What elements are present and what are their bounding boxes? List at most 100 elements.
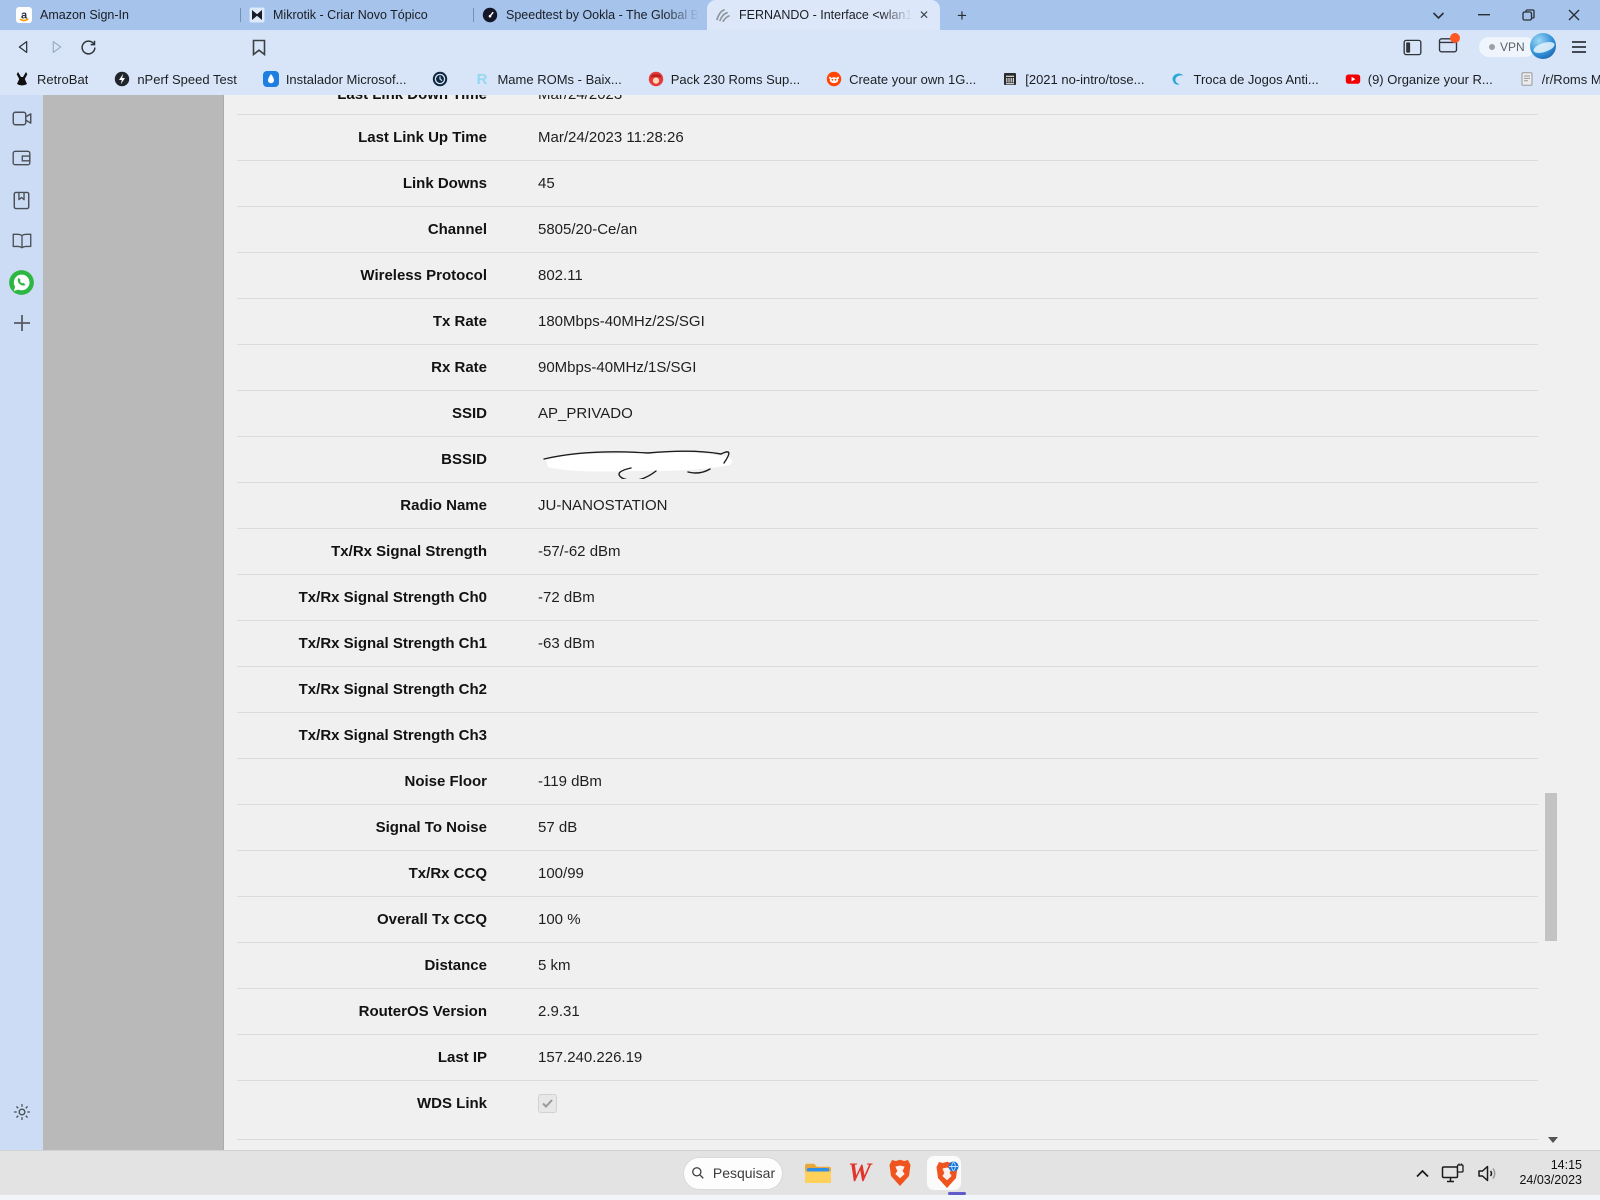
row-value: -119 dBm	[538, 773, 602, 790]
row-label: Channel	[427, 221, 487, 238]
row-value: 802.11	[538, 267, 583, 284]
network-icon[interactable]	[1441, 1163, 1466, 1184]
bookmark-item[interactable]: nPerf Speed Test	[114, 71, 237, 87]
tab-2[interactable]: Mikrotik - Criar Novo Tópico ✕	[241, 0, 474, 30]
close-window-button[interactable]	[1551, 0, 1596, 30]
row-label: Noise Floor	[404, 773, 487, 790]
row-value: 90Mbps-40MHz/1S/SGI	[538, 359, 697, 376]
menu-icon[interactable]	[1566, 34, 1592, 60]
wallet-icon[interactable]	[0, 141, 43, 175]
forward-button[interactable]	[42, 33, 70, 61]
bookmark-item[interactable]: [2021 no-intro/tose...	[1002, 71, 1144, 87]
table-row: Last Link Up Time Mar/24/2023 11:28:26	[237, 114, 1538, 160]
bookmark-label: Pack 230 Roms Sup...	[670, 71, 801, 87]
row-value: 57 dB	[538, 819, 578, 836]
row-label: Last Link Down Time	[237, 95, 487, 103]
table-divider	[237, 1139, 1538, 1140]
wps-office-icon[interactable]: W	[848, 1160, 871, 1186]
table-row-clipped: Last Link Down Time Mar/24/2023	[237, 95, 1538, 114]
archive-bookmark-icon	[1002, 71, 1018, 87]
restore-button[interactable]	[1506, 0, 1551, 30]
row-value: 100/99	[538, 865, 584, 882]
bookmark-flag-icon[interactable]	[245, 33, 273, 61]
row-label: Last IP	[437, 1049, 487, 1066]
screen-bottom-strip	[0, 1195, 1600, 1200]
row-value: -63 dBm	[538, 635, 595, 652]
bookmark-item[interactable]: Troca de Jogos Anti...	[1170, 71, 1319, 87]
bookmarks-book-icon[interactable]	[0, 183, 43, 217]
speedtest-favicon-icon	[482, 7, 498, 23]
taskbar-clock[interactable]: 14:15 24/03/2023	[1510, 1158, 1582, 1188]
vpn-status-dot	[1489, 44, 1495, 50]
row-label: Link Downs	[402, 175, 487, 192]
bookmark-item[interactable]: RetroBat	[14, 71, 88, 87]
brave-browser-icon[interactable]	[888, 1159, 912, 1187]
sidebar-settings-gear-icon[interactable]	[0, 1095, 43, 1129]
webfig-content: Last Link Down Time Mar/24/2023 Last Lin…	[224, 95, 1600, 1150]
installer-bookmark-icon	[262, 71, 279, 87]
bookmark-item[interactable]: R Mame ROMs - Baix...	[474, 71, 622, 87]
tray-chevron-up-icon[interactable]	[1415, 1168, 1430, 1179]
tab-title: Mikrotik - Criar Novo Tópico	[273, 8, 428, 22]
add-panel-icon[interactable]	[0, 306, 43, 340]
table-row: Channel 5805/20-Ce/an	[237, 206, 1538, 252]
row-value: 5805/20-Ce/an	[538, 221, 638, 238]
minimize-button[interactable]	[1461, 0, 1506, 30]
file-explorer-icon[interactable]	[804, 1162, 832, 1184]
scrollbar-down-arrow[interactable]	[1548, 1137, 1558, 1143]
reload-button[interactable]	[74, 33, 102, 61]
table-row: Overall Tx CCQ 100 %	[237, 896, 1538, 942]
row-value: Mar/24/2023	[538, 95, 622, 103]
row-value: 5 km	[538, 957, 571, 974]
volume-icon[interactable]	[1477, 1164, 1499, 1183]
search-label: Pesquisar	[712, 1165, 776, 1181]
sidebar-panel-icon[interactable]	[1399, 34, 1425, 60]
page-left-gutter	[43, 95, 224, 1150]
bookmark-item[interactable]: /r/Roms Megathread	[1519, 71, 1600, 87]
brave-active-window-icon[interactable]	[926, 1155, 963, 1191]
tab-close-icon[interactable]: ✕	[916, 7, 932, 23]
nperf-bookmark-icon	[114, 71, 130, 87]
bookmark-item[interactable]: Pack 230 Roms Sup...	[648, 71, 800, 87]
brave-talk-camera-icon[interactable]	[0, 101, 43, 135]
taskbar-search[interactable]: Pesquisar	[683, 1156, 783, 1190]
table-row: RouterOS Version 2.9.31	[237, 988, 1538, 1034]
tab-title: Amazon Sign-In	[40, 8, 129, 22]
table-row: Signal To Noise 57 dB	[237, 804, 1538, 850]
back-button[interactable]	[10, 33, 38, 61]
table-row: Tx/Rx Signal Strength Ch2	[237, 666, 1538, 712]
profile-avatar[interactable]	[1530, 33, 1556, 59]
bookmark-label: Create your own 1G...	[849, 71, 977, 87]
table-row: Noise Floor -119 dBm	[237, 758, 1538, 804]
window-chevron-button[interactable]	[1416, 0, 1461, 30]
wallet-notification-dot	[1450, 33, 1460, 43]
wds-link-checkbox[interactable]	[538, 1094, 557, 1113]
reading-list-icon[interactable]	[0, 224, 43, 258]
vertical-scrollbar-thumb[interactable]	[1545, 793, 1557, 941]
row-value: 180Mbps-40MHz/2S/SGI	[538, 313, 705, 330]
bookmark-item[interactable]	[432, 71, 448, 87]
whatsapp-icon[interactable]	[0, 265, 43, 299]
new-tab-button[interactable]: +	[950, 4, 974, 28]
routeros-favicon-icon	[715, 7, 731, 23]
table-row: Radio Name JU-NANOSTATION	[237, 482, 1538, 528]
row-value: -72 dBm	[538, 589, 595, 606]
mario-bookmark-icon	[648, 71, 664, 87]
table-row: Tx/Rx CCQ 100/99	[237, 850, 1538, 896]
row-label: Distance	[424, 957, 487, 974]
mikrotik-favicon-icon	[249, 7, 265, 23]
brave-wallet-icon[interactable]	[1435, 33, 1461, 60]
row-label: Tx/Rx Signal Strength Ch2	[298, 681, 487, 698]
tab-3[interactable]: Speedtest by Ookla - The Global Broa ✕	[474, 0, 707, 30]
tab-4[interactable]: FERNANDO - Interface <wlan1> a ✕	[707, 0, 940, 30]
row-value: JU-NANOSTATION	[538, 497, 668, 514]
tab-1[interactable]: a Amazon Sign-In ✕	[8, 0, 241, 30]
row-label: SSID	[451, 405, 487, 422]
bookmark-item[interactable]: (9) Organize your R...	[1345, 71, 1493, 87]
vpn-button[interactable]: VPN	[1479, 37, 1535, 57]
bookmark-item[interactable]: Create your own 1G...	[826, 71, 976, 87]
row-value: -57/-62 dBm	[538, 543, 621, 560]
bookmark-item[interactable]: Instalador Microsof...	[262, 71, 406, 87]
start-button[interactable]	[641, 1162, 664, 1185]
clock-bookmark-icon	[432, 71, 448, 87]
